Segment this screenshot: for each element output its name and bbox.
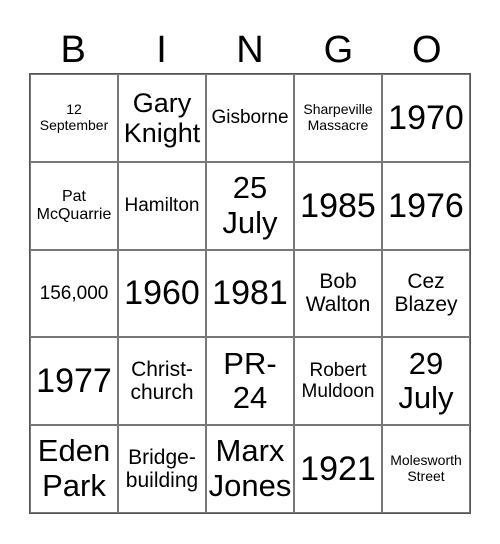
- header-letter-n: N: [236, 29, 264, 71]
- bingo-cell[interactable]: Molesworth Street: [382, 425, 470, 513]
- bingo-cell[interactable]: Marx Jones: [206, 425, 294, 513]
- bingo-cell[interactable]: 1976: [382, 161, 470, 250]
- bingo-header: B I N G O: [29, 28, 471, 72]
- header-letter-i: I: [156, 29, 167, 71]
- header-letter-g: G: [323, 29, 354, 71]
- header-letter-o: O: [411, 29, 442, 71]
- bingo-cell[interactable]: PR- 24: [206, 337, 294, 426]
- bingo-cell[interactable]: 1970: [382, 74, 470, 162]
- bingo-cell[interactable]: Pat McQuarrie: [30, 161, 118, 250]
- bingo-cell[interactable]: 25 July: [206, 161, 294, 250]
- bingo-cell[interactable]: Christ- church: [118, 337, 206, 426]
- bingo-cell[interactable]: 156,000: [30, 249, 118, 338]
- bingo-cell[interactable]: 1977: [30, 337, 118, 426]
- bingo-grid: 12 September Gary Knight Gisborne Sharpe…: [29, 73, 471, 514]
- bingo-cell[interactable]: Bridge- building: [118, 425, 206, 513]
- bingo-cell[interactable]: 12 September: [30, 74, 118, 162]
- header-letter-b: B: [60, 29, 86, 71]
- bingo-cell[interactable]: Gary Knight: [118, 74, 206, 162]
- bingo-cell[interactable]: 1960: [118, 249, 206, 338]
- bingo-cell[interactable]: Bob Walton: [294, 249, 382, 338]
- bingo-cell[interactable]: 1981: [206, 249, 294, 338]
- bingo-cell[interactable]: 1921: [294, 425, 382, 513]
- bingo-cell[interactable]: 29 July: [382, 337, 470, 426]
- bingo-cell[interactable]: Eden Park: [30, 425, 118, 513]
- bingo-cell[interactable]: Gisborne: [206, 74, 294, 162]
- bingo-cell[interactable]: Hamilton: [118, 161, 206, 250]
- bingo-cell[interactable]: Cez Blazey: [382, 249, 470, 338]
- bingo-cell[interactable]: 1985: [294, 161, 382, 250]
- bingo-cell[interactable]: Robert Muldoon: [294, 337, 382, 426]
- bingo-cell[interactable]: Sharpeville Massacre: [294, 74, 382, 162]
